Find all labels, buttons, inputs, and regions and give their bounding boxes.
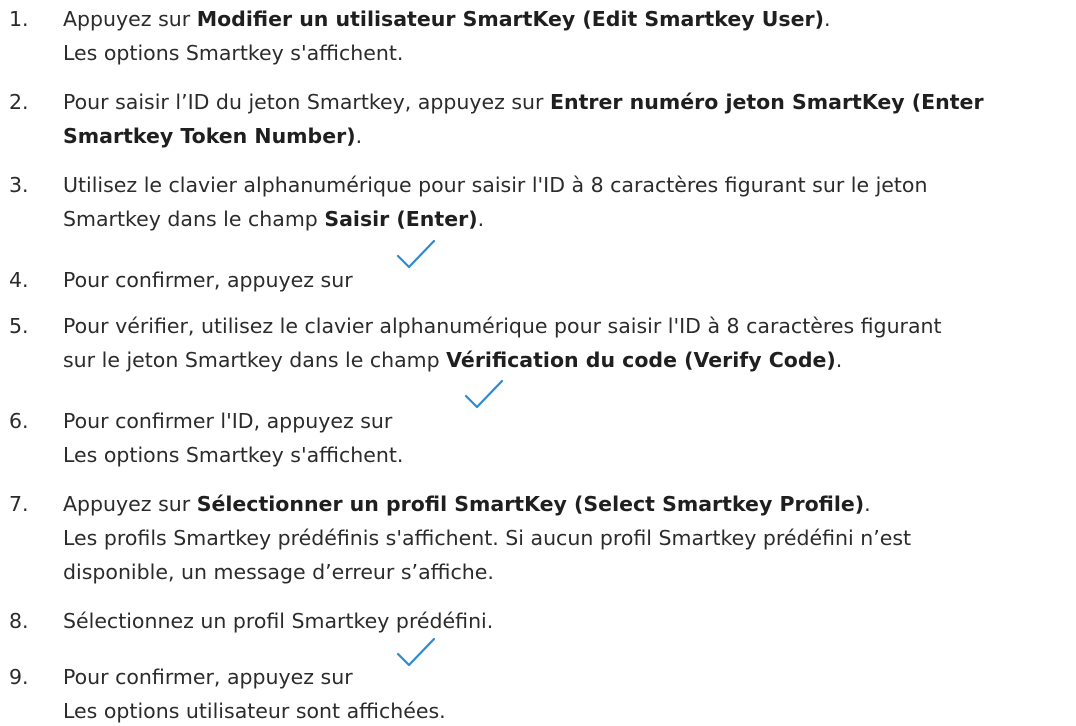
ui-label-bold: Sélectionner un profil SmartKey (Select … xyxy=(196,492,865,516)
text-segment: Pour confirmer, appuyez sur xyxy=(63,665,353,689)
text-segment: . xyxy=(864,492,871,516)
step-text: sur le jeton Smartkey dans le champ Véri… xyxy=(63,345,842,375)
text-segment: Appuyez sur xyxy=(63,492,197,516)
ui-label-bold: Smartkey Token Number) xyxy=(63,124,356,148)
step-number: 9. xyxy=(9,665,29,689)
checkmark-icon xyxy=(464,378,504,412)
text-segment: Pour confirmer, appuyez sur xyxy=(63,268,353,292)
text-segment: Appuyez sur xyxy=(63,7,197,31)
step-number: 3. xyxy=(9,173,29,197)
text-segment: Pour saisir l’ID du jeton Smartkey, appu… xyxy=(63,90,550,114)
checkmark-icon xyxy=(396,636,436,670)
step-number: 7. xyxy=(9,492,29,516)
step-text: Les options Smartkey s'affichent. xyxy=(63,440,403,470)
step-text: Pour confirmer l'ID, appuyez sur xyxy=(63,406,392,436)
text-segment: Utilisez le clavier alphanumérique pour … xyxy=(63,173,928,197)
step-text: Smartkey Token Number). xyxy=(63,121,362,151)
text-segment: Pour confirmer l'ID, appuyez sur xyxy=(63,409,393,433)
step-text: Pour confirmer, appuyez sur xyxy=(63,662,353,692)
text-segment: . xyxy=(477,207,485,231)
ui-label-bold: Modifier un utilisateur SmartKey (Edit S… xyxy=(196,7,824,31)
step-number: 5. xyxy=(9,314,29,338)
step-text: Utilisez le clavier alphanumérique pour … xyxy=(63,170,927,200)
step-text: Appuyez sur Sélectionner un profil Smart… xyxy=(63,489,871,519)
step-number: 6. xyxy=(9,409,29,433)
ui-label-bold: Vérification du code (Verify Code) xyxy=(446,348,836,372)
checkmark-icon xyxy=(396,238,436,272)
text-segment: Les options utilisateur sont affichées. xyxy=(63,699,446,723)
step-text: Pour vérifier, utilisez le clavier alpha… xyxy=(63,311,942,341)
step-text: Pour saisir l’ID du jeton Smartkey, appu… xyxy=(63,87,984,117)
step-number: 8. xyxy=(9,609,29,633)
text-segment: Pour vérifier, utilisez le clavier alpha… xyxy=(63,314,942,338)
step-text: Smartkey dans le champ Saisir (Enter). xyxy=(63,204,484,234)
text-segment: disponible, un message d’erreur s’affich… xyxy=(63,560,494,584)
text-segment: Les profils Smartkey prédéfinis s'affich… xyxy=(63,526,912,550)
step-text: Les options utilisateur sont affichées. xyxy=(63,696,446,726)
step-number: 1. xyxy=(9,7,29,31)
text-segment: sur le jeton Smartkey dans le champ xyxy=(63,348,447,372)
step-number: 4. xyxy=(9,268,29,292)
text-segment: . xyxy=(824,7,831,31)
text-segment: Les options Smartkey s'affichent. xyxy=(63,443,404,467)
text-segment: Smartkey dans le champ xyxy=(63,207,325,231)
step-text: Sélectionnez un profil Smartkey prédéfin… xyxy=(63,606,493,636)
step-number: 2. xyxy=(9,90,29,114)
step-text: Appuyez sur Modifier un utilisateur Smar… xyxy=(63,4,831,34)
text-segment: . xyxy=(835,348,843,372)
step-text: disponible, un message d’erreur s’affich… xyxy=(63,557,494,587)
step-text: Les options Smartkey s'affichent. xyxy=(63,38,403,68)
ui-label-bold: Entrer numéro jeton SmartKey (Enter xyxy=(550,90,984,114)
step-text: Pour confirmer, appuyez sur xyxy=(63,265,353,295)
text-segment: . xyxy=(355,124,363,148)
text-segment: Sélectionnez un profil Smartkey prédéfin… xyxy=(63,609,494,633)
document-page: { "steps": [ { "number": "1.", "lines": … xyxy=(0,0,1076,723)
step-text: Les profils Smartkey prédéfinis s'affich… xyxy=(63,523,911,553)
ui-label-bold: Saisir (Enter) xyxy=(324,207,478,231)
text-segment: Les options Smartkey s'affichent. xyxy=(63,41,404,65)
